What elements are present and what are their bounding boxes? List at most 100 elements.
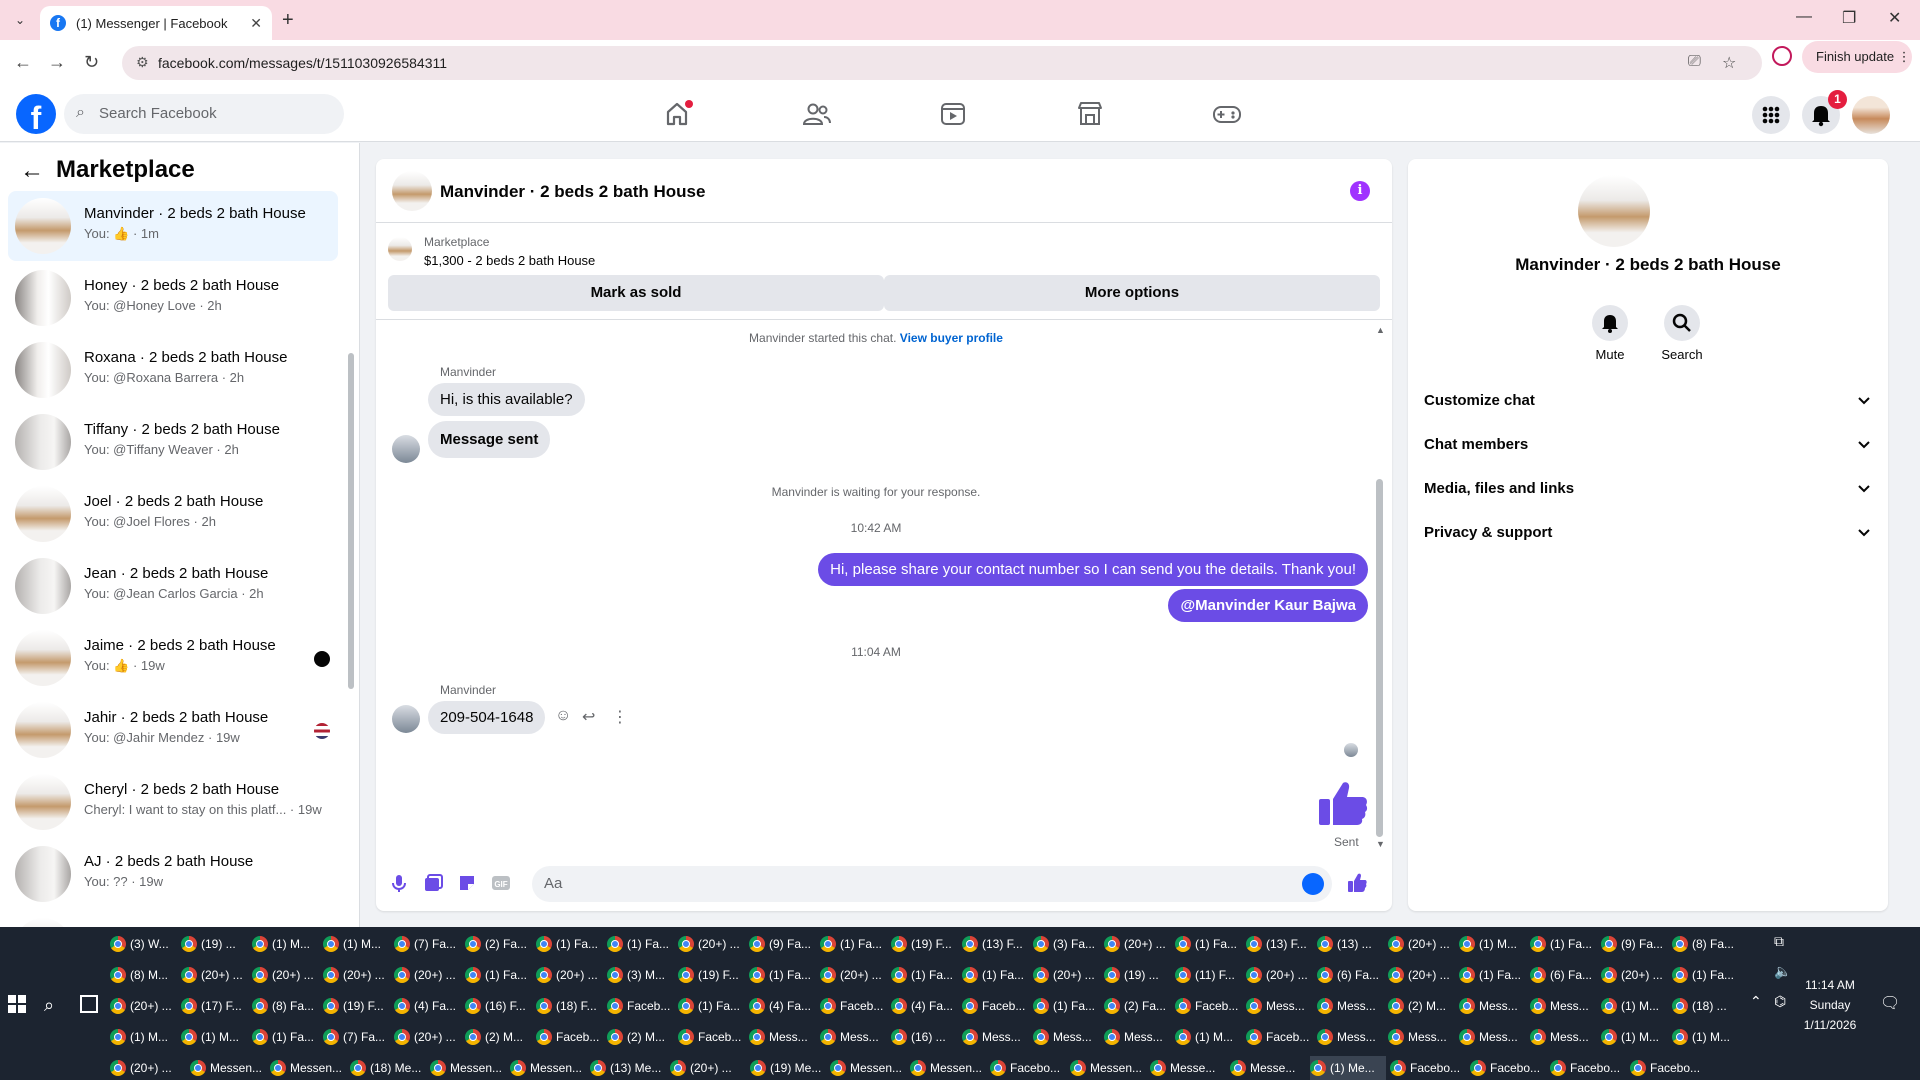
taskbar-window-button[interactable]: (2) M...: [465, 1025, 533, 1049]
taskbar-window-button[interactable]: (17) F...: [181, 994, 249, 1018]
taskbar-window-button[interactable]: (18) Me...: [350, 1056, 426, 1080]
taskbar-window-button[interactable]: (20+) ...: [820, 963, 888, 987]
site-info-icon[interactable]: ⚙: [136, 54, 149, 71]
conversation-item[interactable]: Joel · 2 beds 2 bath House You: @Joel Fl…: [8, 479, 338, 549]
taskbar-window-button[interactable]: (1) Fa...: [465, 963, 533, 987]
taskbar-window-button[interactable]: (8) M...: [110, 963, 178, 987]
taskbar-window-button[interactable]: (20+) ...: [678, 932, 746, 956]
emoji-icon[interactable]: [1302, 873, 1324, 895]
browser-tab-active[interactable]: f (1) Messenger | Facebook ✕: [40, 6, 272, 40]
react-emoji-icon[interactable]: ☺: [555, 707, 571, 725]
taskbar-window-button[interactable]: (18) ...: [1672, 994, 1740, 1018]
taskbar-window-button[interactable]: (18) F...: [536, 994, 604, 1018]
taskbar-window-button[interactable]: (1) M...: [1601, 1025, 1669, 1049]
photo-icon[interactable]: [422, 872, 444, 894]
taskbar-window-button[interactable]: (1) Fa...: [252, 1025, 320, 1049]
outgoing-message[interactable]: Hi, please share your contact number so …: [818, 553, 1368, 586]
taskbar-window-button[interactable]: (1) Me...: [1310, 1056, 1386, 1080]
taskbar-window-button[interactable]: Messen...: [430, 1056, 506, 1080]
conversation-item[interactable]: Honey · 2 beds 2 bath House You: @Honey …: [8, 263, 338, 333]
video-icon[interactable]: [936, 98, 970, 130]
taskbar-window-button[interactable]: Facebo...: [1390, 1056, 1466, 1080]
taskbar-window-button[interactable]: (19) ...: [181, 932, 249, 956]
taskbar-window-button[interactable]: Mess...: [749, 1025, 817, 1049]
conversation-item[interactable]: Jahir · 2 beds 2 bath House You: @Jahir …: [8, 695, 338, 765]
taskbar-window-button[interactable]: Mess...: [1317, 994, 1385, 1018]
menu-grid-button[interactable]: [1752, 96, 1790, 134]
friends-icon[interactable]: [799, 98, 833, 130]
chat-avatar[interactable]: [392, 171, 432, 211]
taskbar-window-button[interactable]: Mess...: [1033, 1025, 1101, 1049]
taskbar-window-button[interactable]: (9) Fa...: [1601, 932, 1669, 956]
mark-as-sold-button[interactable]: Mark as sold: [388, 275, 884, 311]
back-arrow-icon[interactable]: ←: [14, 52, 32, 73]
conversation-item[interactable]: Jaime · 2 beds 2 bath House You: 👍 · 19w: [8, 623, 338, 693]
taskbar-window-button[interactable]: (1) M...: [181, 1025, 249, 1049]
taskbar-window-button[interactable]: Messen...: [510, 1056, 586, 1080]
taskbar-window-button[interactable]: (20+) ...: [1601, 963, 1669, 987]
taskbar-window-button[interactable]: (20+) ...: [110, 994, 178, 1018]
taskbar-window-button[interactable]: (13) F...: [962, 932, 1030, 956]
taskbar-window-button[interactable]: (8) Fa...: [252, 994, 320, 1018]
taskbar-window-button[interactable]: (20+) ...: [1246, 963, 1314, 987]
taskbar-window-button[interactable]: Faceb...: [536, 1025, 604, 1049]
taskbar-window-button[interactable]: Facebo...: [1470, 1056, 1546, 1080]
info-icon[interactable]: i: [1350, 181, 1370, 201]
taskbar-window-button[interactable]: (1) Fa...: [962, 963, 1030, 987]
taskbar-window-button[interactable]: Mess...: [962, 1025, 1030, 1049]
taskbar-window-button[interactable]: (3) W...: [110, 932, 178, 956]
taskbar-window-button[interactable]: (19) Me...: [750, 1056, 826, 1080]
facebook-logo[interactable]: f: [16, 94, 56, 134]
taskbar-window-button[interactable]: (1) Fa...: [607, 932, 675, 956]
taskbar-window-button[interactable]: (20+) ...: [670, 1056, 746, 1080]
marketplace-icon[interactable]: [1073, 98, 1107, 130]
conversation-list-scrollbar[interactable]: [348, 353, 354, 689]
conversation-item[interactable]: [8, 911, 338, 927]
task-view-icon[interactable]: [80, 995, 98, 1013]
message-input[interactable]: Aa: [532, 866, 1332, 902]
restore-button[interactable]: ❐: [1842, 8, 1856, 28]
finish-update-button[interactable]: Finish update ⋮: [1802, 41, 1912, 73]
taskbar-window-button[interactable]: (20+) ...: [1388, 932, 1456, 956]
taskbar-window-button[interactable]: (16) F...: [465, 994, 533, 1018]
taskbar-window-button[interactable]: (20+) ...: [536, 963, 604, 987]
taskbar-window-button[interactable]: (7) Fa...: [394, 932, 462, 956]
show-hidden-icons-chevron-up-icon[interactable]: ⌃: [1750, 993, 1762, 1010]
taskbar-window-button[interactable]: (1) Fa...: [1530, 932, 1598, 956]
taskbar-window-button[interactable]: Facebo...: [990, 1056, 1066, 1080]
gaming-icon[interactable]: [1210, 98, 1244, 130]
mute-button[interactable]: [1592, 305, 1628, 341]
taskbar-window-button[interactable]: Messen...: [830, 1056, 906, 1080]
taskbar-window-button[interactable]: (7) Fa...: [323, 1025, 391, 1049]
taskbar-window-button[interactable]: (20+) ...: [394, 1025, 462, 1049]
taskbar-window-button[interactable]: (2) M...: [1388, 994, 1456, 1018]
reload-icon[interactable]: ↻: [84, 52, 99, 73]
taskbar-window-button[interactable]: Mess...: [820, 1025, 888, 1049]
taskbar-window-button[interactable]: (19) F...: [323, 994, 391, 1018]
incoming-message[interactable]: Hi, is this available?: [428, 383, 585, 416]
taskbar-window-button[interactable]: (2) Fa...: [1104, 994, 1172, 1018]
conversation-item[interactable]: Roxana · 2 beds 2 bath House You: @Roxan…: [8, 335, 338, 405]
taskbar-window-button[interactable]: (1) Fa...: [1459, 963, 1527, 987]
outgoing-message[interactable]: @Manvinder Kaur Bajwa: [1168, 589, 1368, 622]
taskbar-window-button[interactable]: (19) F...: [678, 963, 746, 987]
taskbar-window-button[interactable]: (1) M...: [1175, 1025, 1243, 1049]
taskbar-window-button[interactable]: Mess...: [1459, 994, 1527, 1018]
taskbar-window-button[interactable]: Faceb...: [1175, 994, 1243, 1018]
taskbar-window-button[interactable]: (3) Fa...: [1033, 932, 1101, 956]
taskbar-window-button[interactable]: (20+) ...: [1104, 932, 1172, 956]
contact-avatar[interactable]: [1578, 175, 1650, 247]
taskbar-window-button[interactable]: (1) Fa...: [678, 994, 746, 1018]
taskbar-window-button[interactable]: Mess...: [1459, 1025, 1527, 1049]
taskbar-window-button[interactable]: Mess...: [1530, 1025, 1598, 1049]
taskbar-window-button[interactable]: Messe...: [1150, 1056, 1226, 1080]
taskbar-search-icon[interactable]: ⌕: [44, 995, 54, 1016]
taskbar-window-button[interactable]: (13) F...: [1246, 932, 1314, 956]
taskbar-window-button[interactable]: (1) Fa...: [749, 963, 817, 987]
thumbs-up-send-icon[interactable]: [1346, 872, 1368, 894]
tab-close-icon[interactable]: ✕: [250, 15, 262, 32]
taskbar-window-button[interactable]: (1) M...: [252, 932, 320, 956]
taskbar-window-button[interactable]: (19) ...: [1104, 963, 1172, 987]
taskbar-window-button[interactable]: Messen...: [1070, 1056, 1146, 1080]
taskbar-window-button[interactable]: (1) Fa...: [1033, 994, 1101, 1018]
